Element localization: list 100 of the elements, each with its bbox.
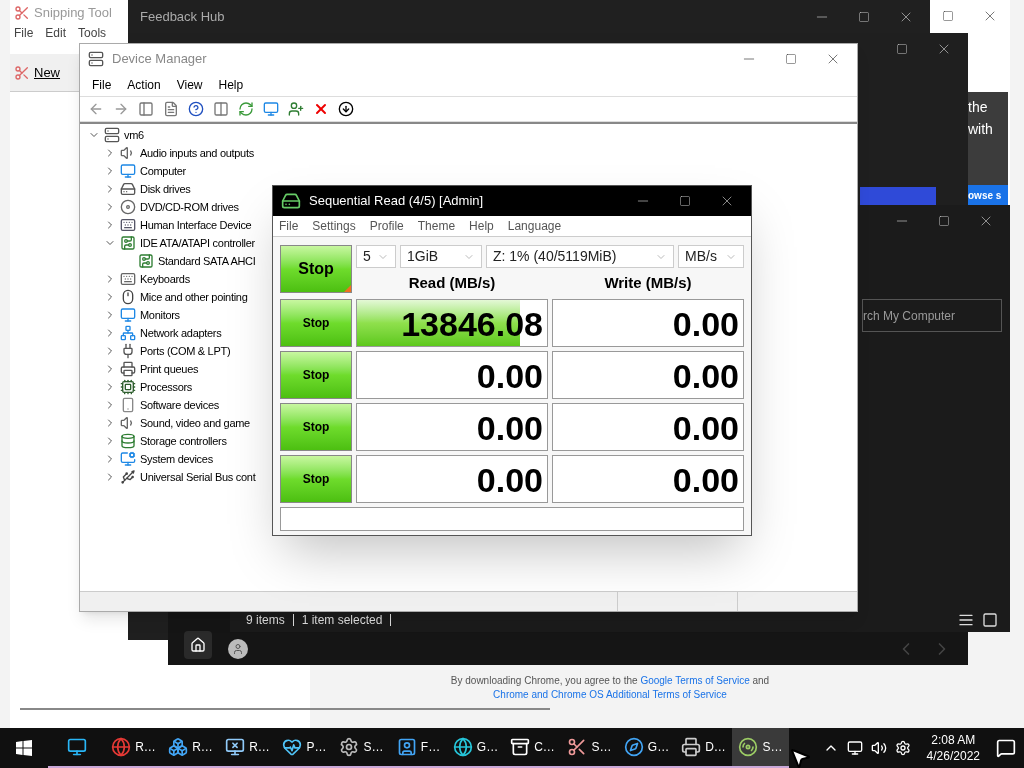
clock[interactable]: 2:08 AM 4/26/2022 (918, 732, 988, 764)
menu-item[interactable]: Profile (369, 217, 404, 235)
dropdown[interactable]: MB/s (678, 245, 744, 268)
monitor-icon (120, 307, 136, 323)
menu-item[interactable]: Help (469, 217, 494, 235)
tree-item[interactable]: Network adapters (140, 324, 222, 342)
maximize-button[interactable] (785, 53, 797, 65)
taskbar-label: S… (591, 739, 612, 756)
taskbar-button[interactable]: P… (276, 728, 333, 768)
menu-item[interactable]: Tools (78, 26, 107, 40)
tree-item[interactable]: vm6 (124, 126, 144, 144)
download-icon[interactable] (338, 101, 354, 117)
column-header: Write (MB/s) (603, 273, 693, 293)
taskbar-button[interactable]: F… (390, 728, 447, 768)
help-icon[interactable] (188, 101, 204, 117)
tree-item[interactable]: Mice and other pointing (140, 288, 248, 306)
columns-icon[interactable] (213, 101, 229, 117)
taskbar-button[interactable]: S… (333, 728, 390, 768)
volume-icon[interactable] (870, 740, 887, 756)
menu-item[interactable]: File (279, 217, 299, 235)
status-text: 1 item selected (301, 612, 383, 629)
monitor-icon[interactable] (263, 101, 279, 117)
gear-icon[interactable] (894, 740, 911, 756)
menu-item[interactable]: Help (218, 76, 244, 94)
close-icon[interactable] (313, 101, 329, 117)
tree-item[interactable]: Computer (140, 162, 186, 180)
taskbar-button[interactable]: R… (162, 728, 219, 768)
tree-item[interactable]: Human Interface Device (140, 216, 252, 234)
result-value: 0.00 (672, 304, 739, 343)
tree-item[interactable]: Disk drives (140, 180, 191, 198)
tree-item[interactable]: DVD/CD-ROM drives (140, 198, 239, 216)
menu-item[interactable]: View (176, 76, 203, 94)
tree-item[interactable]: Processors (140, 378, 193, 396)
tree-item[interactable]: Monitors (140, 306, 180, 324)
stop-button[interactable]: Stop (280, 245, 352, 293)
taskbar-button[interactable]: R… (105, 728, 162, 768)
stop-button[interactable]: Stop (280, 350, 352, 399)
menu-item[interactable]: Edit (45, 26, 67, 40)
comment-field[interactable] (280, 506, 744, 531)
taskbar-button[interactable]: C… (504, 728, 561, 768)
taskbar-label: G… (647, 739, 670, 756)
computer-icon (104, 127, 120, 143)
tree-item[interactable]: Universal Serial Bus cont (140, 468, 256, 486)
menu-item[interactable]: File (92, 76, 112, 94)
menu-item[interactable]: Settings (312, 217, 356, 235)
stop-button[interactable]: Stop (280, 298, 352, 347)
mouse-icon (120, 289, 136, 305)
tree-item[interactable]: Print queues (140, 360, 199, 378)
dropdown[interactable]: 5 (356, 245, 396, 268)
stop-button[interactable]: Stop (280, 402, 352, 451)
details-view-icon[interactable] (958, 612, 974, 628)
menu-item[interactable]: Theme (417, 217, 456, 235)
tree-item[interactable]: System devices (140, 450, 213, 468)
taskbar-button[interactable]: G… (447, 728, 504, 768)
tree-item[interactable]: Sound, video and game (140, 414, 250, 432)
tree-item[interactable]: Audio inputs and outputs (140, 144, 254, 162)
large-icons-view-icon[interactable] (982, 612, 998, 628)
avatar-button[interactable] (228, 639, 248, 659)
add-device-icon[interactable] (288, 101, 304, 117)
column-header: Read (MB/s) (407, 273, 497, 293)
forward-arrow-icon[interactable] (113, 101, 129, 117)
tree-item[interactable]: Software devices (140, 396, 219, 414)
menu-item[interactable]: Language (507, 217, 562, 235)
disc-icon (120, 199, 136, 215)
chip-icon (120, 379, 136, 395)
dropdown[interactable]: Z: 1% (40/5119MiB) (486, 245, 674, 268)
window-title: Feedback Hub (140, 7, 225, 26)
dropdown[interactable]: 1GiB (400, 245, 482, 268)
gear-icon (339, 737, 360, 757)
tree-item[interactable]: Ports (COM & LPT) (140, 342, 231, 360)
home-button[interactable] (184, 631, 212, 659)
result-value: 0.00 (476, 356, 543, 395)
mouse-cursor-icon (788, 746, 812, 768)
refresh-icon[interactable] (238, 101, 254, 117)
stop-button[interactable]: Stop (280, 454, 352, 503)
tree-item[interactable]: Keyboards (140, 270, 190, 288)
search-field[interactable]: rch My Computer (862, 299, 1002, 332)
tree-item[interactable]: Storage controllers (140, 432, 227, 450)
taskbar-button[interactable]: G… (618, 728, 675, 768)
printer-icon (120, 361, 136, 377)
body-text: the (968, 98, 989, 117)
tree-item[interactable]: Standard SATA AHCI (158, 252, 256, 270)
taskbar-button[interactable]: S… (732, 728, 789, 768)
tree-item[interactable]: IDE ATA/ATAPI controller (140, 234, 255, 252)
menu-item[interactable]: Action (127, 76, 161, 94)
terms-link[interactable]: Chrome and Chrome OS Additional Terms of Service (493, 689, 727, 700)
person-icon (232, 643, 244, 655)
panel-icon[interactable] (138, 101, 154, 117)
notification-icon[interactable] (996, 738, 1016, 758)
browse-button[interactable]: owse s (968, 185, 1008, 205)
taskbar-button[interactable]: S… (561, 728, 618, 768)
monitor-icon (120, 163, 136, 179)
terms-link[interactable]: Google Terms of Service (640, 675, 750, 686)
monitor-icon (120, 451, 136, 467)
menu-item[interactable]: File (14, 26, 34, 40)
document-icon[interactable] (163, 101, 179, 117)
maximize-button[interactable] (942, 10, 954, 22)
globe-icon (452, 737, 473, 757)
new-button[interactable]: New (14, 62, 60, 83)
taskbar-button[interactable]: R… (219, 728, 276, 768)
